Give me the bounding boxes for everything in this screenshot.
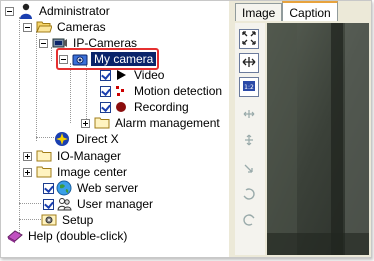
rotate-ccw-icon [242,213,256,230]
tree-item-label: Setup [62,213,94,227]
tree-item-label: Cameras [57,20,106,34]
tree-item-io-manager[interactable]: IO-Manager [23,148,123,164]
tree-item-label: Image center [57,165,128,179]
motion-icon [113,83,129,99]
folder-icon [36,148,52,164]
rotate-icon [242,161,256,178]
tree-item-alarm-management[interactable]: Alarm management [81,115,222,131]
fit-icon [242,30,256,48]
stretch-button[interactable] [239,53,259,73]
tree-item-motion-detection[interactable]: Motion detection [100,83,224,99]
tree-guide [19,219,41,220]
zoom-button[interactable]: 1:2 [239,77,259,97]
tree-item-my-camera[interactable]: My camera [56,48,160,70]
folder-icon [36,164,52,180]
rotate-cw-icon [242,187,256,204]
tree-item-label: Help (double-click) [28,229,128,243]
rotate-button[interactable] [239,159,259,179]
directx-icon [53,131,71,147]
window: Administrator Cameras IP-Cameras My came… [0,0,372,258]
collapse-toggle[interactable] [23,22,32,32]
move-h-icon [242,107,256,124]
tree-item-recording[interactable]: Recording [100,99,191,115]
collapse-toggle[interactable] [59,54,68,64]
record-icon [113,99,129,115]
web-server-checkbox[interactable] [43,182,54,194]
help-book-icon [7,228,23,244]
svg-text:1:2: 1:2 [244,84,254,91]
camera-icon [72,51,88,67]
tree-item-cameras[interactable]: Cameras [23,19,108,35]
tree-item-web-server[interactable]: Web server [43,180,140,196]
rotate-cw-button[interactable] [239,185,259,205]
tree-item-video[interactable]: Video [100,67,166,83]
tree-guide [36,137,54,138]
tree-item-administrator[interactable]: Administrator [5,3,112,19]
tree-item-label: Recording [134,100,189,114]
collapse-toggle[interactable] [39,38,48,48]
tab-bar: Image Caption [235,1,338,21]
tree-item-help[interactable]: Help (double-click) [7,228,129,244]
tree-item-label: IO-Manager [57,149,122,163]
tree-item-label: Video [134,68,165,82]
tab-image[interactable]: Image [235,3,283,21]
tree-item-label: Alarm management [115,116,220,130]
expand-toggle[interactable] [23,167,32,177]
tree-item-label: Motion detection [134,84,223,98]
move-h-button[interactable] [239,105,259,125]
tree-item-setup[interactable]: Setup [41,212,95,228]
move-v-button[interactable] [239,131,259,151]
collapse-toggle[interactable] [5,6,14,16]
tree-guide [36,31,37,141]
tab-caption[interactable]: Caption [282,1,338,21]
tree-item-user-manager[interactable]: User manager [43,196,155,212]
tree-item-label: My camera [91,52,157,66]
camera-tree[interactable]: Administrator Cameras IP-Cameras My came… [1,1,229,257]
globe-icon [56,180,72,196]
expand-toggle[interactable] [81,118,90,128]
folder-open-icon [36,19,52,35]
fit-button[interactable] [239,29,259,49]
recording-checkbox[interactable] [100,101,111,113]
view-toolbar: 1:2 [235,23,265,255]
video-checkbox[interactable] [100,69,111,81]
play-icon [113,67,129,83]
tree-item-image-center[interactable]: Image center [23,164,129,180]
preview-panel: Image Caption 1:2 [229,1,371,257]
stretch-icon [242,55,256,72]
user-manager-checkbox[interactable] [43,198,54,210]
tree-item-direct-x[interactable]: Direct X [53,131,121,147]
tree-item-label: User manager [77,197,154,211]
user-icon [18,3,34,19]
tree-guide [19,203,41,204]
tree-item-label: Direct X [76,132,119,146]
zoom-icon: 1:2 [242,79,256,96]
camera-preview[interactable] [267,23,369,255]
rotate-ccw-button[interactable] [239,211,259,231]
move-v-icon [242,133,256,150]
preview-image [267,23,369,255]
users-icon [56,196,72,212]
expand-toggle[interactable] [23,151,32,161]
setup-icon [41,212,57,228]
folder-icon [94,115,110,131]
tree-item-label: Web server [77,181,139,195]
tree-item-label: Administrator [39,4,110,18]
tree-guide [70,63,71,123]
motion-checkbox[interactable] [100,85,111,97]
